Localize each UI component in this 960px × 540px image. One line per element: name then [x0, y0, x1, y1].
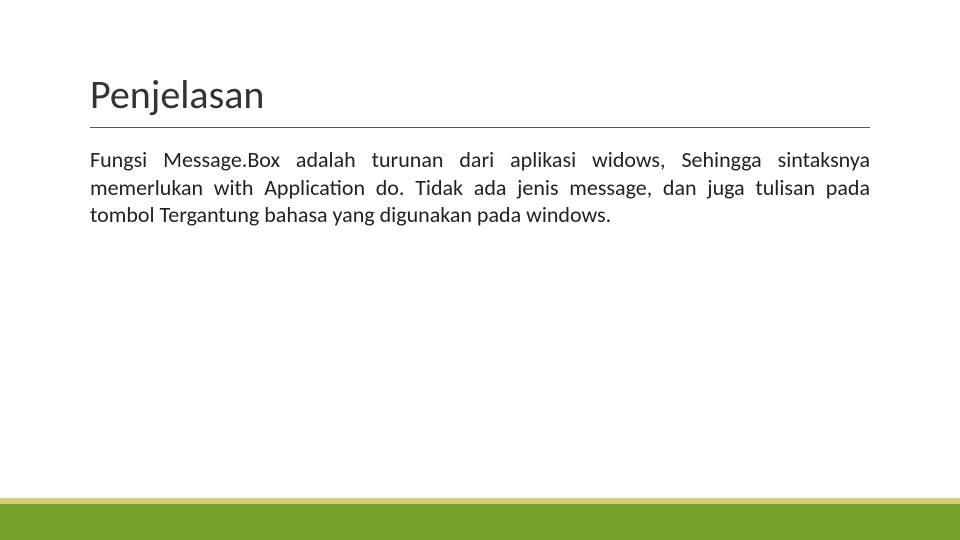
slide-body: Fungsi Message.Box adalah turunan dari a…	[90, 146, 870, 229]
slide-container: Penjelasan Fungsi Message.Box adalah tur…	[0, 0, 960, 540]
bottom-accent-bar	[0, 504, 960, 540]
slide-title: Penjelasan	[90, 70, 870, 128]
